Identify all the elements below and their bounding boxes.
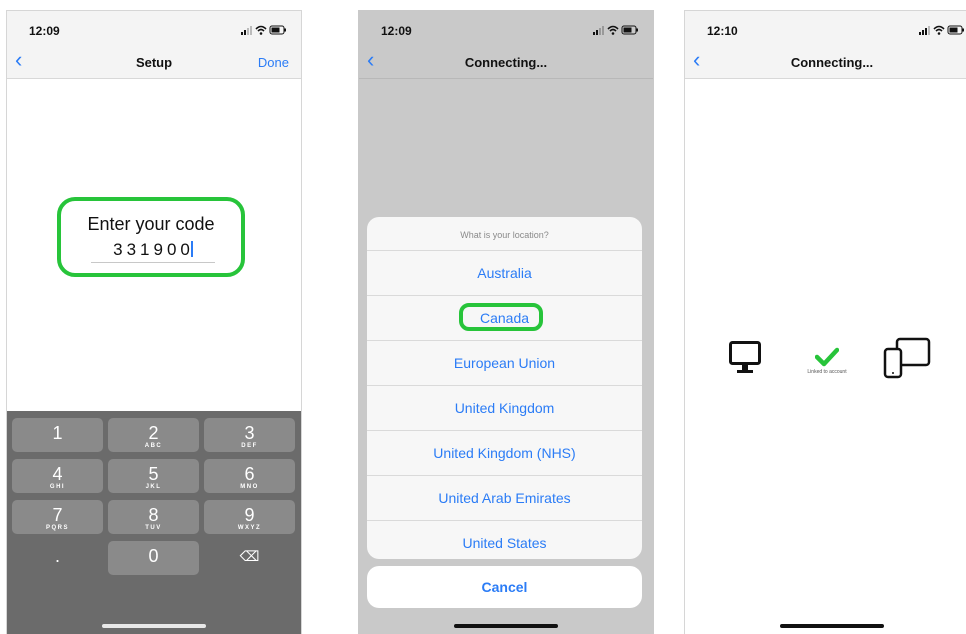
key-digit: 7 [52,505,63,525]
battery-icon [621,25,638,35]
code-value: 331900 [113,240,194,259]
wifi-icon [933,25,945,35]
nav-title: Connecting... [464,55,548,70]
delete-key[interactable]: ⌫ [204,541,295,575]
key-digit: 3 [244,423,255,443]
key-8[interactable]: 8 TUV [108,500,199,534]
home-indicator[interactable] [102,624,206,628]
key-letters: TUV [145,525,162,531]
key-digit: 6 [244,464,255,484]
signal-icon [241,26,252,35]
nav-bar: ‹ Setup Done [7,45,301,79]
done-button[interactable]: Done [258,55,289,70]
key-digit: 1 [52,423,63,443]
linked-screen: 12:10 ‹ Connecting... Linked to account [684,10,966,634]
key-6[interactable]: 6 MNO [204,459,295,493]
signal-icon [593,26,604,35]
setup-screen: 12:09 ‹ Setup Done Enter your code 33190… [6,10,302,634]
status-time: 12:10 [707,24,738,38]
status-time: 12:09 [29,24,60,38]
sheet-header: What is your location? [367,217,642,251]
option-label: Australia [477,265,532,281]
monitor-icon [729,341,761,373]
status-time: 12:09 [381,24,412,38]
status-icons [593,25,638,35]
home-indicator[interactable] [454,624,558,628]
code-entry-highlight: Enter your code 331900 [57,197,245,277]
key-decimal[interactable]: . [12,541,103,575]
cancel-button[interactable]: Cancel [367,566,642,608]
key-5[interactable]: 5 JKL [108,459,199,493]
option-label: United States [462,535,547,551]
key-4[interactable]: 4 GHI [12,459,103,493]
key-letters: MNO [240,484,259,490]
key-letters: ABC [144,443,163,449]
status-bar: 12:09 [7,11,301,45]
option-united-kingdom-nhs[interactable]: United Kingdom (NHS) [367,431,642,476]
key-letters: PQRS [45,525,69,531]
key-digit: 5 [148,464,159,484]
home-indicator[interactable] [780,624,884,628]
option-united-arab-emirates[interactable]: United Arab Emirates [367,476,642,521]
key-1[interactable]: 1 [12,418,103,452]
key-digit: 8 [148,505,159,525]
option-label: European Union [453,355,556,371]
key-digit: 2 [148,423,159,443]
key-letters: DEF [241,443,258,449]
key-digit: 0 [148,546,159,566]
option-united-states[interactable]: United States [367,521,642,559]
key-letters: JKL [145,484,162,490]
key-digit: . [54,546,60,566]
status-icons [919,25,964,35]
status-icons [241,25,286,35]
status-bar: 12:10 [685,11,966,45]
battery-icon [947,25,964,35]
code-label: Enter your code [87,214,215,234]
option-label: Canada [479,310,530,326]
battery-icon [269,25,286,35]
location-action-sheet: What is your location? Australia Canada … [367,217,642,559]
key-2[interactable]: 2 ABC [108,418,199,452]
key-3[interactable]: 3 DEF [204,418,295,452]
nav-title: Connecting... [790,55,874,70]
phone-tablet-icon [883,337,931,379]
key-7[interactable]: 7 PQRS [12,500,103,534]
option-label: United Kingdom (NHS) [433,445,576,461]
nav-bar: ‹ Connecting... [685,45,966,79]
status-bar: 12:09 [359,11,653,45]
key-digit: 9 [244,505,255,525]
linked-label: Linked to account [807,369,847,375]
wifi-icon [255,25,267,35]
option-united-kingdom[interactable]: United Kingdom [367,386,642,431]
option-canada[interactable]: Canada [367,296,642,341]
option-australia[interactable]: Australia [367,251,642,296]
key-0[interactable]: 0 [108,541,199,575]
option-label: United Kingdom [454,400,555,416]
text-caret [190,241,193,257]
code-input[interactable]: 331900 [91,240,215,263]
numeric-keypad: 1 2 ABC 3 DEF 4 GHI 5 JKL 6 MNO 7 PQRS 8 TUV 9W… [7,411,301,634]
key-digit: 4 [52,464,63,484]
option-european-union[interactable]: European Union [367,341,642,386]
checkmark-icon [815,347,839,367]
key-9[interactable]: 9 WXYZ [204,500,295,534]
option-label: United Arab Emirates [438,490,571,506]
nav-bar: ‹ Connecting... [359,45,653,79]
nav-title: Setup [135,55,173,70]
location-screen: 12:09 ‹ Connecting... What is your locat… [358,10,654,634]
delete-icon: ⌫ [239,548,260,564]
wifi-icon [607,25,619,35]
key-letters: WXYZ [237,525,262,531]
signal-icon [919,26,930,35]
key-letters: GHI [49,484,66,490]
